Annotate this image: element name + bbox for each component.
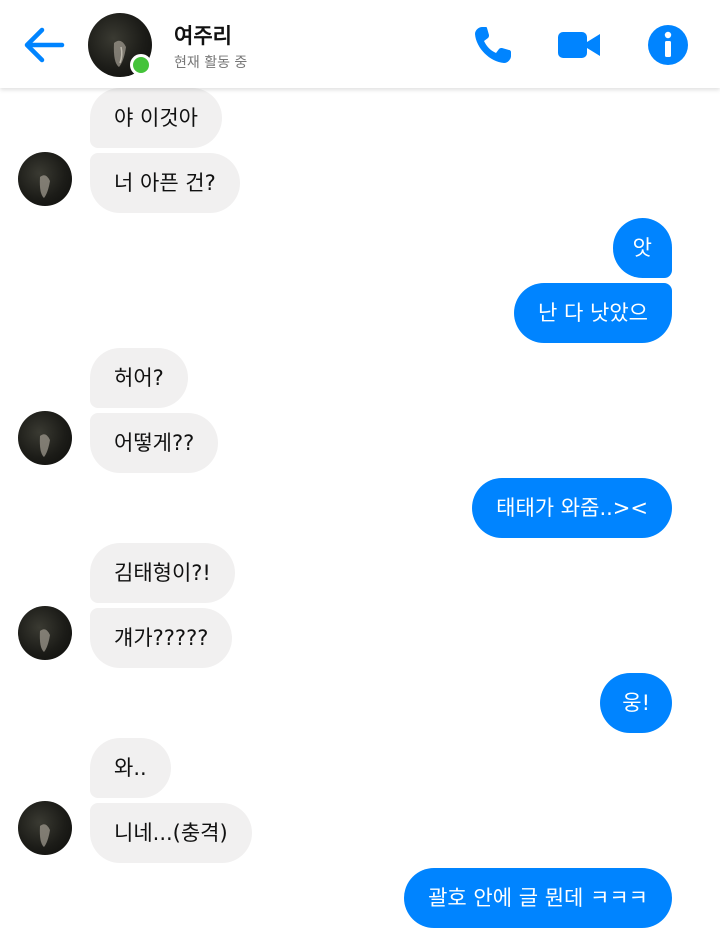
voice-call-button[interactable] [470, 22, 516, 68]
chat-header: 여주리 현재 활동 중 [0, 0, 720, 88]
video-call-button[interactable] [556, 22, 602, 68]
outgoing-message-bubble[interactable]: 괄호 안에 글 뭔데 ㅋㅋㅋ [404, 868, 672, 928]
conversation-info-button[interactable] [645, 22, 691, 68]
incoming-message-bubble[interactable]: 허어? [90, 348, 188, 408]
sender-avatar[interactable] [18, 411, 72, 465]
online-status-indicator [130, 54, 152, 76]
incoming-message-bubble[interactable]: 너 아픈 건? [90, 153, 240, 213]
info-icon [648, 25, 688, 65]
outgoing-message-bubble[interactable]: 웅! [600, 673, 672, 733]
incoming-message-bubble[interactable]: 니네...(충격) [90, 803, 252, 863]
arrow-left-icon [24, 27, 65, 63]
outgoing-message-bubble[interactable]: 태태가 와줌..>< [472, 478, 672, 538]
sender-avatar[interactable] [18, 152, 72, 206]
incoming-message-bubble[interactable]: 김태형이?! [90, 543, 235, 603]
active-status-text: 현재 활동 중 [174, 55, 248, 71]
phone-icon [475, 27, 511, 63]
incoming-message-bubble[interactable]: 와.. [90, 738, 171, 798]
video-camera-icon [558, 32, 600, 58]
incoming-message-bubble[interactable]: 걔가????? [90, 608, 233, 668]
sender-avatar[interactable] [18, 801, 72, 855]
sender-avatar[interactable] [18, 606, 72, 660]
incoming-message-bubble[interactable]: 어떻게?? [90, 413, 219, 473]
contact-name[interactable]: 여주리 [174, 20, 232, 50]
outgoing-message-bubble[interactable]: 난 다 낫았으 [514, 283, 672, 343]
outgoing-message-bubble[interactable]: 앗 [612, 218, 672, 278]
incoming-message-bubble[interactable]: 야 이것아 [90, 88, 222, 148]
back-button[interactable] [22, 26, 66, 64]
